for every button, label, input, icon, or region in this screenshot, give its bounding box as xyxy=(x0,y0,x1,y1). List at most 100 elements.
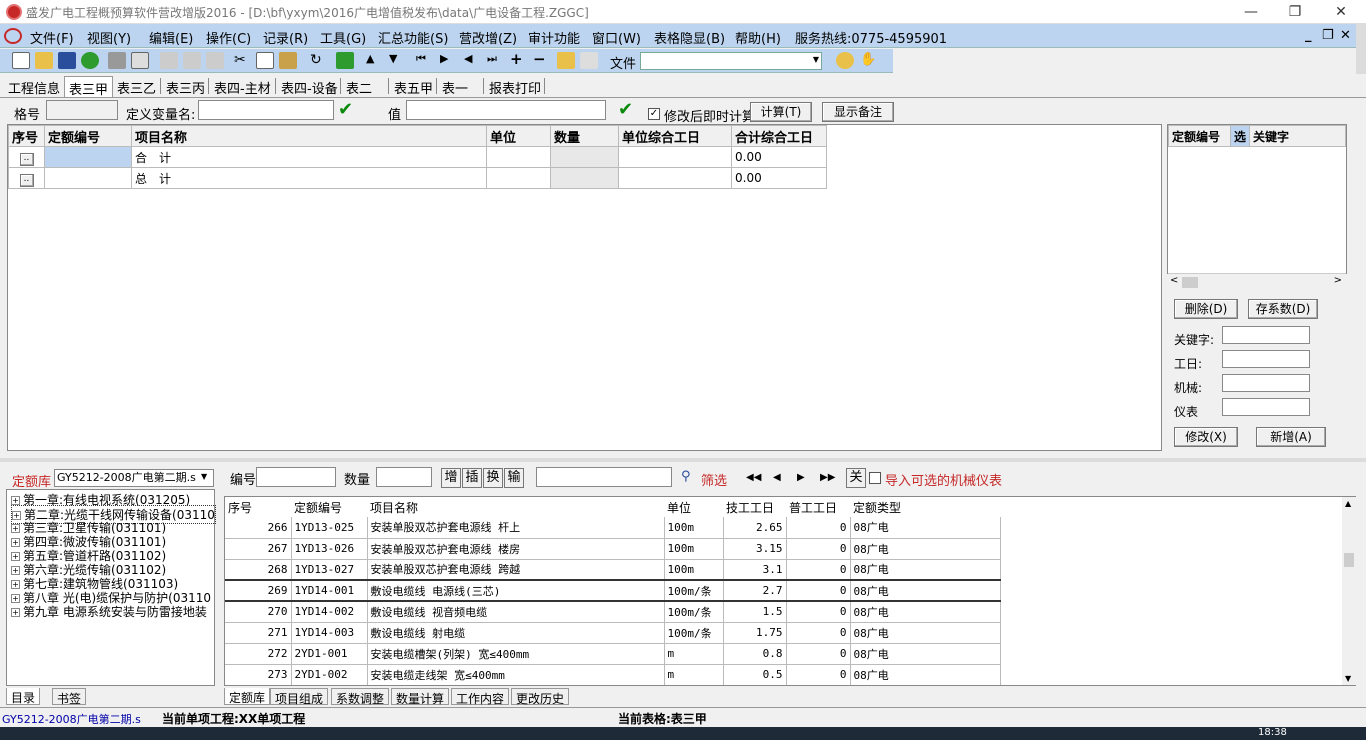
row-edit-button[interactable]: .. xyxy=(19,152,34,166)
modify-button[interactable]: 修改(X) xyxy=(1174,427,1238,447)
move-up-icon[interactable]: ▲ xyxy=(366,52,374,65)
tab-item-composition[interactable]: 项目组成 xyxy=(270,688,329,706)
tab-project-info[interactable]: 工程信息 xyxy=(4,76,64,97)
tab-table5a[interactable]: 表五甲 xyxy=(390,76,437,97)
table-row[interactable]: .. 总 计 0.00 xyxy=(8,167,827,189)
copy-icon[interactable] xyxy=(256,52,274,69)
binoculars-icon[interactable]: ⚲ xyxy=(681,469,691,484)
last-record-icon[interactable]: ⏭ xyxy=(487,52,497,66)
menu-summary[interactable]: 汇总功能(S) xyxy=(378,28,448,47)
row-code-cell[interactable] xyxy=(44,146,132,168)
row-total-workday-cell[interactable]: 0.00 xyxy=(731,167,827,189)
define-var-input[interactable] xyxy=(198,100,334,120)
tab-catalog[interactable]: 目录 xyxy=(6,688,41,705)
scroll-thumb[interactable] xyxy=(1344,553,1354,567)
mdi-close-icon[interactable]: ✕ xyxy=(1340,28,1351,43)
open-folder-icon[interactable] xyxy=(35,52,53,69)
scroll-right-icon[interactable]: > xyxy=(1334,275,1342,286)
first-record-icon[interactable]: ⏮ xyxy=(416,52,426,66)
tree-node[interactable]: + 第九章 电源系统安装与防雷接地装 xyxy=(11,603,207,620)
quota-vertical-scrollbar[interactable]: ▲ ▼ xyxy=(1342,497,1356,685)
tab-table3c[interactable]: 表三丙 xyxy=(162,76,209,97)
tab-quota-lib[interactable]: 定额库 xyxy=(224,688,271,705)
workday-input[interactable] xyxy=(1222,350,1310,368)
row-total-workday-cell[interactable]: 0.00 xyxy=(731,146,827,168)
new-file-icon[interactable] xyxy=(12,52,30,69)
add-quota-button[interactable]: 增 xyxy=(441,468,461,488)
library-select[interactable]: GY5212-2008广电第二期.s xyxy=(54,469,214,487)
menu-window[interactable]: 窗口(W) xyxy=(592,28,641,47)
row-name-cell[interactable]: 总 计 xyxy=(131,167,487,189)
tab-qty-calc[interactable]: 数量计算 xyxy=(391,688,450,706)
close-button[interactable]: ✕ xyxy=(1318,0,1364,24)
table-row[interactable]: 270 1YD14-002 敷设电缆线 视音频电缆 100m/条 1.5 0 08广电 xyxy=(225,601,1001,623)
tab-table4-equipment[interactable]: 表四-设备 xyxy=(277,76,342,97)
keyword-input[interactable] xyxy=(1222,326,1310,344)
qty-input[interactable] xyxy=(376,467,432,487)
mdi-minimize-icon[interactable]: _ xyxy=(1305,28,1312,43)
table-row-selected[interactable]: 269 1YD14-001 敷设电缆线 电源线(三芯) 100m/条 2.7 0 08广电 xyxy=(225,579,1001,602)
tab-table3b[interactable]: 表三乙 xyxy=(113,76,160,97)
menu-tools[interactable]: 工具(G) xyxy=(320,28,366,47)
import-machine-checkbox[interactable] xyxy=(869,472,881,484)
save-coef-button[interactable]: 存系数(D) xyxy=(1248,299,1318,319)
close-filter-button[interactable]: 关 xyxy=(846,468,866,488)
machine-input[interactable] xyxy=(1222,374,1310,392)
replace-icon[interactable] xyxy=(580,52,598,69)
table-row[interactable]: 268 1YD13-027 安装单股双芯护套电源线 跨越 100m 3.1 0 08广电 xyxy=(225,559,1001,581)
instrument-input[interactable] xyxy=(1222,398,1310,416)
row-name-cell[interactable]: 合 计 xyxy=(131,146,487,168)
scroll-left-icon[interactable]: < xyxy=(1170,275,1178,286)
tab-table4-material[interactable]: 表四-主材 xyxy=(210,76,275,97)
expand-icon[interactable]: + xyxy=(11,496,20,505)
recalc-checkbox[interactable]: ✓ xyxy=(648,108,660,120)
minimize-button[interactable]: — xyxy=(1228,0,1274,24)
tab-change-history[interactable]: 更改历史 xyxy=(511,688,570,706)
add-record-icon[interactable]: + xyxy=(510,50,523,68)
calc-button[interactable]: 计算(T) xyxy=(750,102,812,122)
table-row[interactable]: 266 1YD13-025 安装单股双芯护套电源线 杆上 100m 2.65 0 08广电 xyxy=(225,517,1001,539)
row-unit-cell[interactable] xyxy=(486,146,551,168)
hand-icon[interactable]: ✋ xyxy=(860,52,876,67)
confirm-var-icon[interactable]: ✔ xyxy=(338,99,353,120)
vertical-scrollbar[interactable] xyxy=(1356,24,1366,74)
table-row[interactable]: 272 2YD1-001 安装电缆槽架(列架) 宽≤400mm m 0.8 0 08广电 xyxy=(225,643,1001,665)
table-row[interactable]: 267 1YD13-026 安装单股双芯护套电源线 楼房 100m 3.15 0 08广电 xyxy=(225,538,1001,560)
insert-quota-button[interactable]: 插 xyxy=(462,468,482,488)
swap-quota-button[interactable]: 换 xyxy=(483,468,503,488)
prev-icon[interactable]: ◀ xyxy=(464,52,472,65)
input-quota-button[interactable]: 输 xyxy=(504,468,524,488)
tab-table3a[interactable]: 表三甲 xyxy=(64,76,114,98)
expand-icon[interactable]: + xyxy=(11,524,20,533)
delete-button[interactable]: 删除(D) xyxy=(1174,299,1238,319)
row-unit-workday-cell[interactable] xyxy=(618,146,732,168)
save-icon[interactable] xyxy=(58,52,76,69)
menu-view[interactable]: 视图(Y) xyxy=(87,28,131,47)
undo-icon[interactable]: ↻ xyxy=(310,52,322,68)
table-row[interactable]: 271 1YD14-003 敷设电缆线 射电缆 100m/条 1.75 0 08广电 xyxy=(225,622,1001,644)
help-icon[interactable] xyxy=(836,52,854,69)
menu-table-visibility[interactable]: 表格隐显(B) xyxy=(654,28,725,47)
code-input[interactable] xyxy=(256,467,336,487)
confirm-value-icon[interactable]: ✔ xyxy=(618,99,633,120)
row-code-cell[interactable] xyxy=(44,167,132,189)
tab-coef-adjust[interactable]: 系数调整 xyxy=(331,688,390,706)
tab-work-content[interactable]: 工作内容 xyxy=(451,688,510,706)
run-icon[interactable] xyxy=(81,52,99,69)
ge-field[interactable] xyxy=(46,100,118,120)
scroll-down-icon[interactable]: ▼ xyxy=(1345,674,1351,683)
print-preview-icon[interactable] xyxy=(131,52,149,69)
expand-icon[interactable]: + xyxy=(11,594,20,603)
mdi-restore-icon[interactable]: ❐ xyxy=(1322,28,1334,43)
last-page-icon[interactable]: ▶▶ xyxy=(820,472,835,483)
menu-operate[interactable]: 操作(C) xyxy=(206,28,251,47)
tab-table1[interactable]: 表一 xyxy=(438,76,472,97)
row-qty-cell[interactable] xyxy=(550,146,619,168)
menu-record[interactable]: 记录(R) xyxy=(263,28,308,47)
expand-icon[interactable]: + xyxy=(11,538,20,547)
row-qty-cell[interactable] xyxy=(550,167,619,189)
row-edit-button[interactable]: .. xyxy=(19,173,34,187)
keyword-horizontal-scrollbar[interactable]: < > xyxy=(1168,273,1346,290)
menu-file[interactable]: 文件(F) xyxy=(30,28,74,47)
row-unit-workday-cell[interactable] xyxy=(618,167,732,189)
